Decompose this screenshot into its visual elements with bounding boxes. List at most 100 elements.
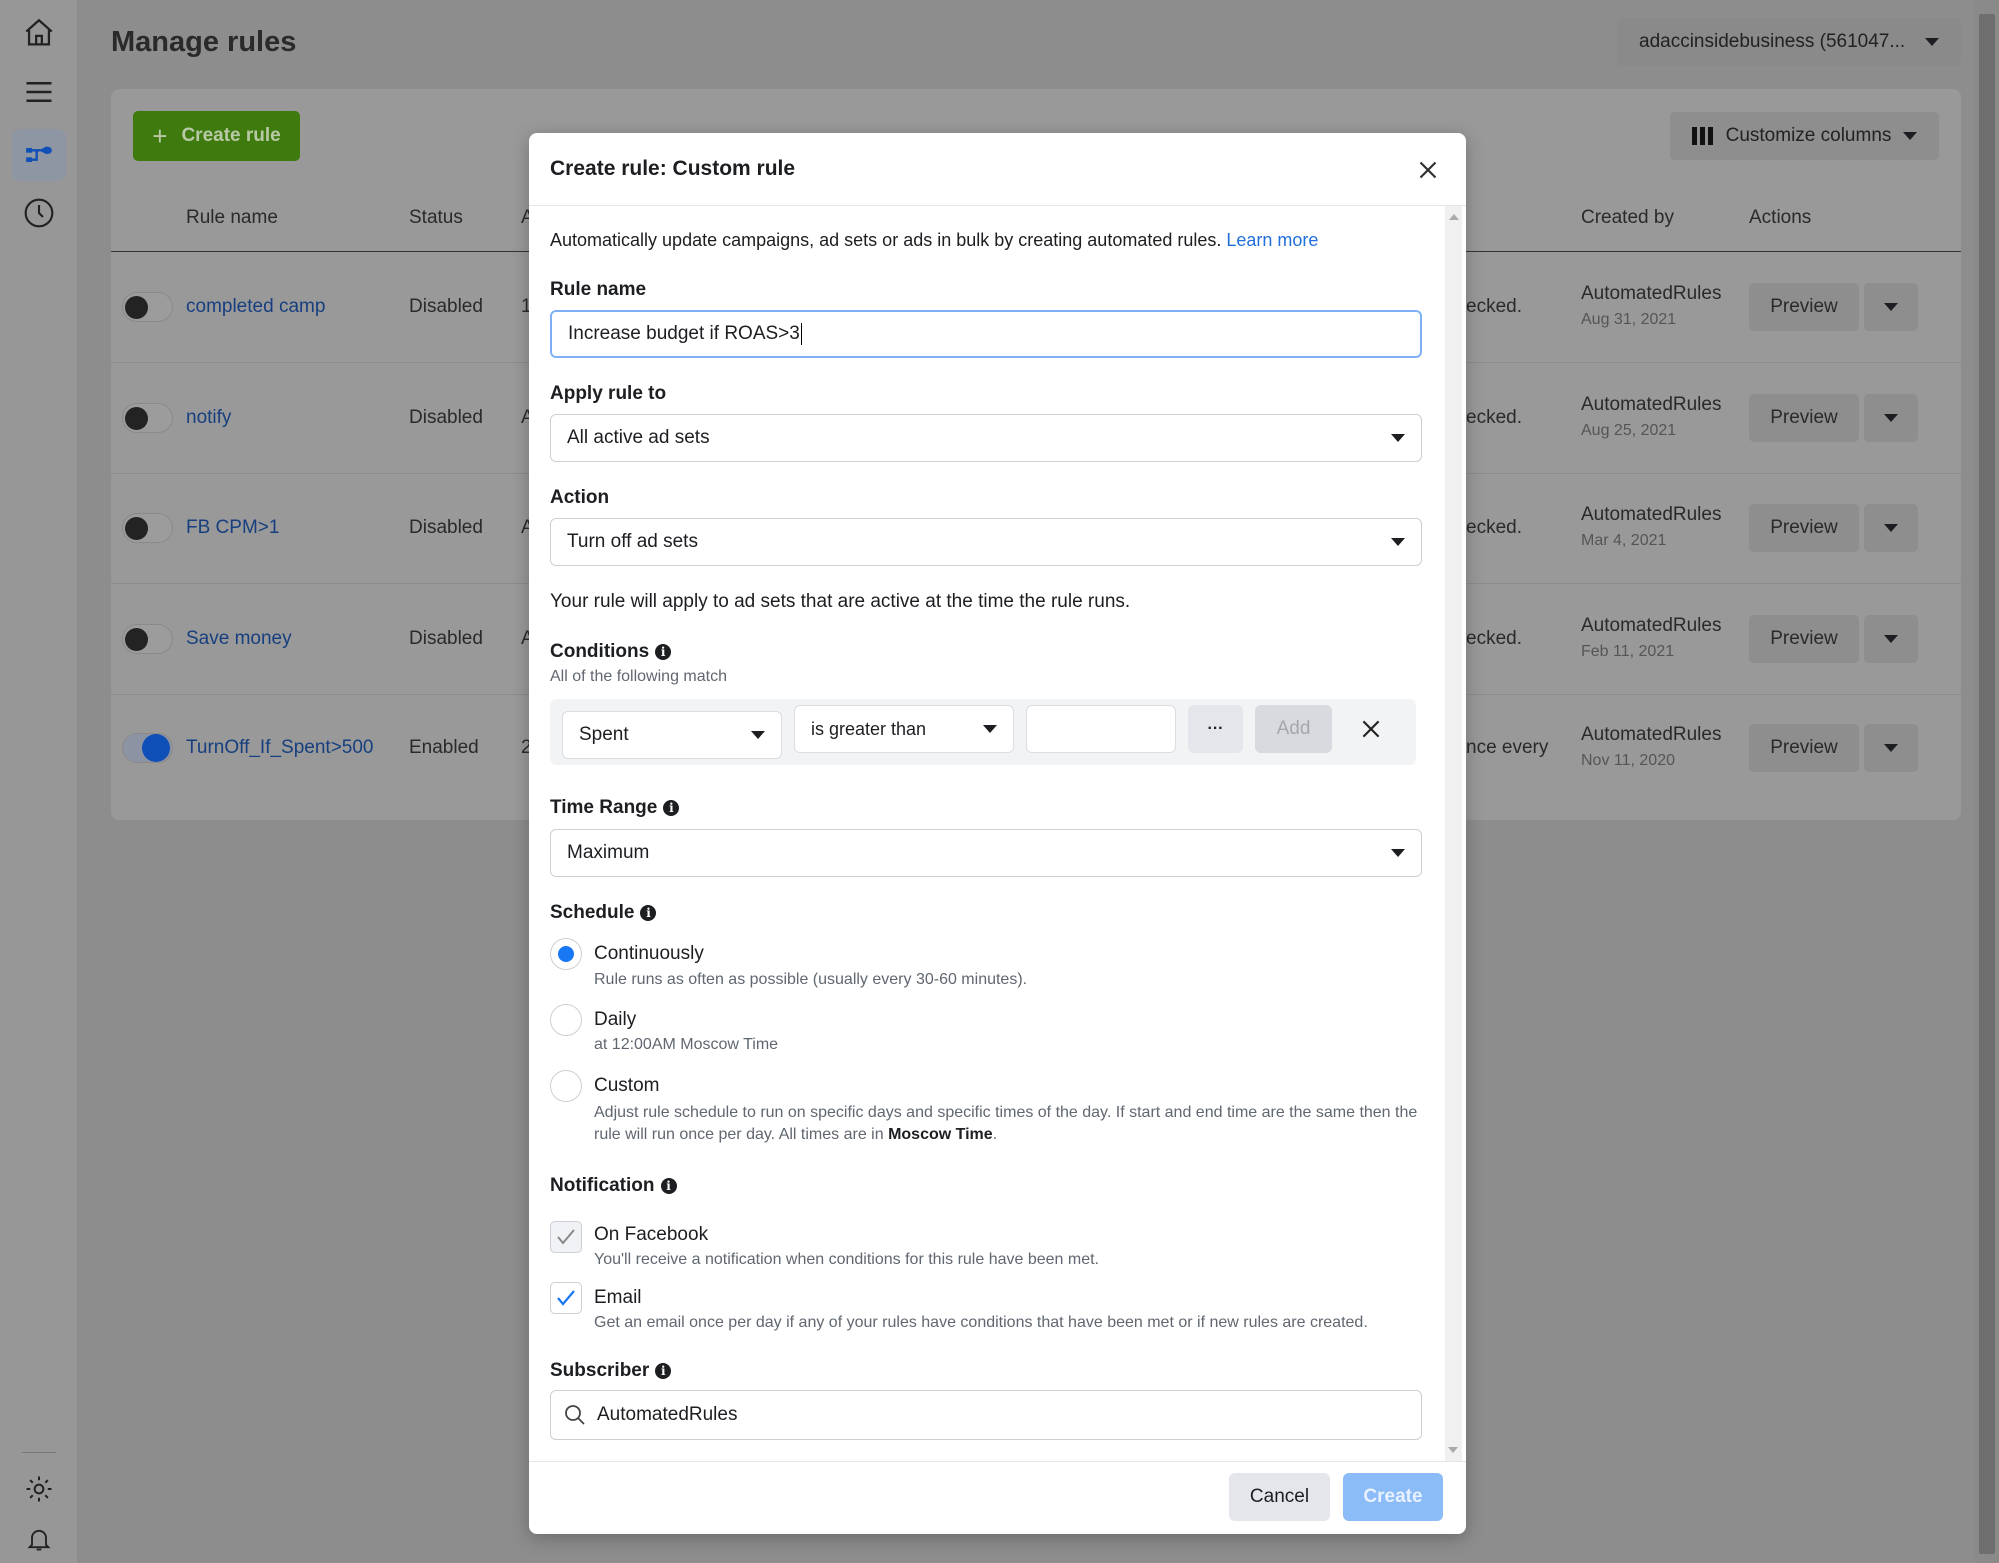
bell-icon[interactable] xyxy=(19,1519,59,1559)
rule-toggle[interactable] xyxy=(122,403,173,433)
preview-button[interactable]: Preview xyxy=(1749,283,1859,331)
schedule-daily-radio[interactable] xyxy=(550,1004,582,1036)
rule-created-date: Feb 11, 2021 xyxy=(1581,643,1675,660)
actions-dropdown-button[interactable] xyxy=(1864,615,1918,663)
columns-icon xyxy=(1691,127,1713,145)
create-rule-modal: Create rule: Custom rule Automatically u… xyxy=(529,133,1466,1534)
subscriber-search-input[interactable]: AutomatedRules xyxy=(550,1390,1422,1440)
info-icon[interactable]: i xyxy=(655,644,672,660)
rule-created-by: AutomatedRules xyxy=(1581,615,1722,636)
add-condition-button[interactable]: Add xyxy=(1255,705,1332,753)
rule-name-value: Increase budget if ROAS>3 xyxy=(568,323,802,345)
account-selector[interactable]: adaccinsidebusiness (561047... xyxy=(1617,18,1961,66)
rule-name-label: Rule name xyxy=(550,279,647,300)
metric-select[interactable]: Spent xyxy=(562,711,782,759)
chevron-down-icon xyxy=(1884,414,1898,422)
rule-created-by: AutomatedRules xyxy=(1581,283,1722,304)
modal-scrollbar[interactable] xyxy=(1445,206,1462,1461)
scrollbar-thumb[interactable] xyxy=(1979,14,1995,1554)
time-range-select[interactable]: Maximum xyxy=(550,829,1422,877)
header-rule-name[interactable]: Rule name xyxy=(186,207,278,229)
rule-toggle[interactable] xyxy=(122,292,173,322)
create-rule-label: Create rule xyxy=(181,125,281,146)
sub-end: . xyxy=(992,1126,998,1143)
schedule-label: Schedule xyxy=(550,902,635,923)
schedule-option-sub: Adjust rule schedule to run on specific … xyxy=(594,1104,1418,1143)
operator-select[interactable]: is greater than xyxy=(794,705,1014,753)
rule-status: Disabled xyxy=(409,517,483,538)
rule-description: ecked. xyxy=(1466,628,1522,649)
email-checkbox[interactable] xyxy=(550,1282,582,1314)
condition-value-input[interactable] xyxy=(1026,705,1176,753)
cancel-button[interactable]: Cancel xyxy=(1229,1473,1330,1521)
time-range-label: Time Range xyxy=(550,797,658,818)
modal-title: Create rule: Custom rule xyxy=(550,157,796,180)
rule-status: Enabled xyxy=(409,737,479,758)
rule-name-link[interactable]: notify xyxy=(186,407,231,429)
create-button[interactable]: Create xyxy=(1343,1473,1443,1521)
page-title: Manage rules xyxy=(111,26,297,58)
preview-button[interactable]: Preview xyxy=(1749,724,1859,772)
remove-condition-icon[interactable] xyxy=(1358,716,1384,742)
notification-option-label: On Facebook xyxy=(594,1224,709,1245)
header-created-by[interactable]: Created by xyxy=(1581,207,1674,229)
rule-name-link[interactable]: FB CPM>1 xyxy=(186,517,279,539)
preview-button[interactable]: Preview xyxy=(1749,615,1859,663)
rule-toggle[interactable] xyxy=(122,513,173,543)
header-actions: Actions xyxy=(1749,207,1812,228)
schedule-option-label: Daily xyxy=(594,1009,637,1030)
schedule-option-label: Continuously xyxy=(594,943,704,964)
more-options-button[interactable]: ··· xyxy=(1188,705,1243,753)
rules-icon[interactable] xyxy=(12,129,66,181)
actions-dropdown-button[interactable] xyxy=(1864,504,1918,552)
rule-toggle[interactable] xyxy=(122,624,173,654)
action-select[interactable]: Turn off ad sets xyxy=(550,518,1422,566)
rule-status: Disabled xyxy=(409,407,483,428)
actions-dropdown-button[interactable] xyxy=(1864,724,1918,772)
header-status[interactable]: Status xyxy=(409,207,463,229)
info-icon[interactable]: i xyxy=(640,905,657,921)
history-icon[interactable] xyxy=(19,193,59,233)
rule-name-link[interactable]: TurnOff_If_Spent>500 xyxy=(186,737,374,759)
search-icon xyxy=(565,1405,585,1425)
rule-created-date: Aug 31, 2021 xyxy=(1581,311,1677,328)
settings-icon[interactable] xyxy=(19,1469,59,1509)
rule-created-date: Aug 25, 2021 xyxy=(1581,422,1677,439)
create-rule-button[interactable]: + Create rule xyxy=(133,111,300,161)
info-icon[interactable]: i xyxy=(663,800,680,816)
modal-description: Automatically update campaigns, ad sets … xyxy=(550,230,1222,250)
home-icon[interactable] xyxy=(19,13,59,53)
learn-more-link[interactable]: Learn more xyxy=(1226,230,1318,250)
on-facebook-checkbox[interactable] xyxy=(550,1221,582,1253)
rule-name-input[interactable]: Increase budget if ROAS>3 xyxy=(550,310,1422,358)
rule-status: Disabled xyxy=(409,296,483,317)
check-icon xyxy=(557,1290,575,1306)
rule-description: ecked. xyxy=(1466,517,1522,538)
schedule-custom-radio[interactable] xyxy=(550,1070,582,1102)
sidebar xyxy=(0,0,78,1563)
preview-button[interactable]: Preview xyxy=(1749,394,1859,442)
close-icon[interactable] xyxy=(1413,155,1443,185)
actions-dropdown-button[interactable] xyxy=(1864,283,1918,331)
apply-rule-select[interactable]: All active ad sets xyxy=(550,414,1422,462)
info-icon[interactable]: i xyxy=(660,1178,677,1194)
info-icon[interactable]: i xyxy=(655,1363,672,1379)
actions-dropdown-button[interactable] xyxy=(1864,394,1918,442)
schedule-option-sub: Rule runs as often as possible (usually … xyxy=(594,971,1028,988)
page-scrollbar[interactable] xyxy=(1975,0,1999,1563)
schedule-continuously-radio[interactable] xyxy=(550,938,582,970)
preview-button[interactable]: Preview xyxy=(1749,504,1859,552)
customize-columns-button[interactable]: Customize columns xyxy=(1670,112,1939,160)
apply-rule-label: Apply rule to xyxy=(550,383,667,404)
subscriber-value: AutomatedRules xyxy=(597,1404,738,1425)
rule-name-link[interactable]: Save money xyxy=(186,628,292,650)
check-icon xyxy=(557,1229,575,1245)
time-range-value: Maximum xyxy=(567,842,650,863)
rule-created-by: AutomatedRules xyxy=(1581,394,1722,415)
operator-value: is greater than xyxy=(811,718,927,739)
rule-description: nce every xyxy=(1466,737,1549,758)
menu-icon[interactable] xyxy=(19,72,59,112)
sidebar-divider xyxy=(22,1452,56,1453)
rule-toggle[interactable] xyxy=(122,733,173,763)
rule-name-link[interactable]: completed camp xyxy=(186,296,325,318)
